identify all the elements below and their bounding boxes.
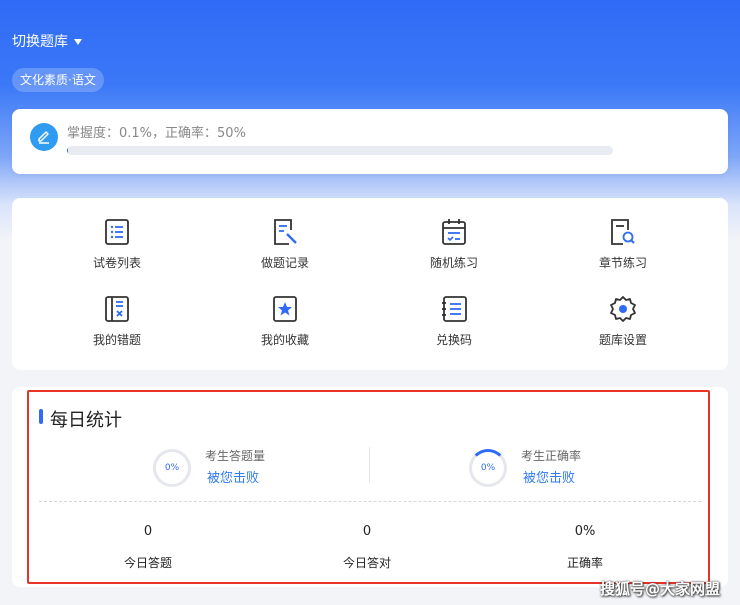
menu-item-label: 兑换码 (435, 333, 472, 347)
menu-item-label: 我的错题 (92, 333, 141, 347)
menu-item-label: 随机练习 (429, 256, 478, 270)
wrong-book-icon (105, 296, 129, 322)
gear-icon (610, 296, 636, 322)
subject-tag[interactable]: 文化素质·语文 (12, 68, 104, 92)
highlight-box (27, 390, 710, 584)
pencil-icon (30, 123, 58, 151)
switch-bank-button[interactable]: 切换题库 (12, 31, 82, 51)
menu-item-favorites[interactable]: 我的收藏 (225, 295, 345, 348)
menu-item-bank-settings[interactable]: 题库设置 (563, 295, 683, 348)
mastery-progress-bar (67, 146, 613, 155)
record-edit-icon (274, 219, 297, 245)
menu-item-label: 题库设置 (598, 333, 647, 347)
feature-menu: 试卷列表 做题记录 随机练习 章节练习 我的错题 我的收藏 兑换码 题库设置 (12, 198, 728, 370)
watermark: 搜狐号@大家网盟 (600, 580, 721, 598)
list-icon (105, 219, 129, 245)
mastery-card: 掌握度：0.1%，正确率：50% (12, 109, 728, 174)
star-box-icon (273, 296, 297, 322)
calendar-check-icon (442, 219, 466, 245)
menu-item-exam-list[interactable]: 试卷列表 (57, 218, 177, 271)
doc-search-icon (611, 219, 635, 245)
menu-item-random-practice[interactable]: 随机练习 (394, 218, 514, 271)
menu-item-practice-record[interactable]: 做题记录 (225, 218, 345, 271)
menu-item-label: 我的收藏 (260, 333, 309, 347)
menu-item-wrong-questions[interactable]: 我的错题 (57, 295, 177, 348)
caret-down-icon (74, 39, 82, 45)
switch-bank-label: 切换题库 (12, 34, 68, 50)
menu-item-label: 试卷列表 (92, 256, 141, 270)
menu-item-redeem-code[interactable]: 兑换码 (394, 295, 514, 348)
menu-item-label: 章节练习 (598, 256, 647, 270)
menu-item-label: 做题记录 (260, 256, 309, 270)
mastery-progress-fill (67, 146, 68, 155)
mastery-text: 掌握度：0.1%，正确率：50% (67, 126, 246, 141)
redeem-list-icon (442, 296, 467, 322)
menu-item-chapter-practice[interactable]: 章节练习 (563, 218, 683, 271)
